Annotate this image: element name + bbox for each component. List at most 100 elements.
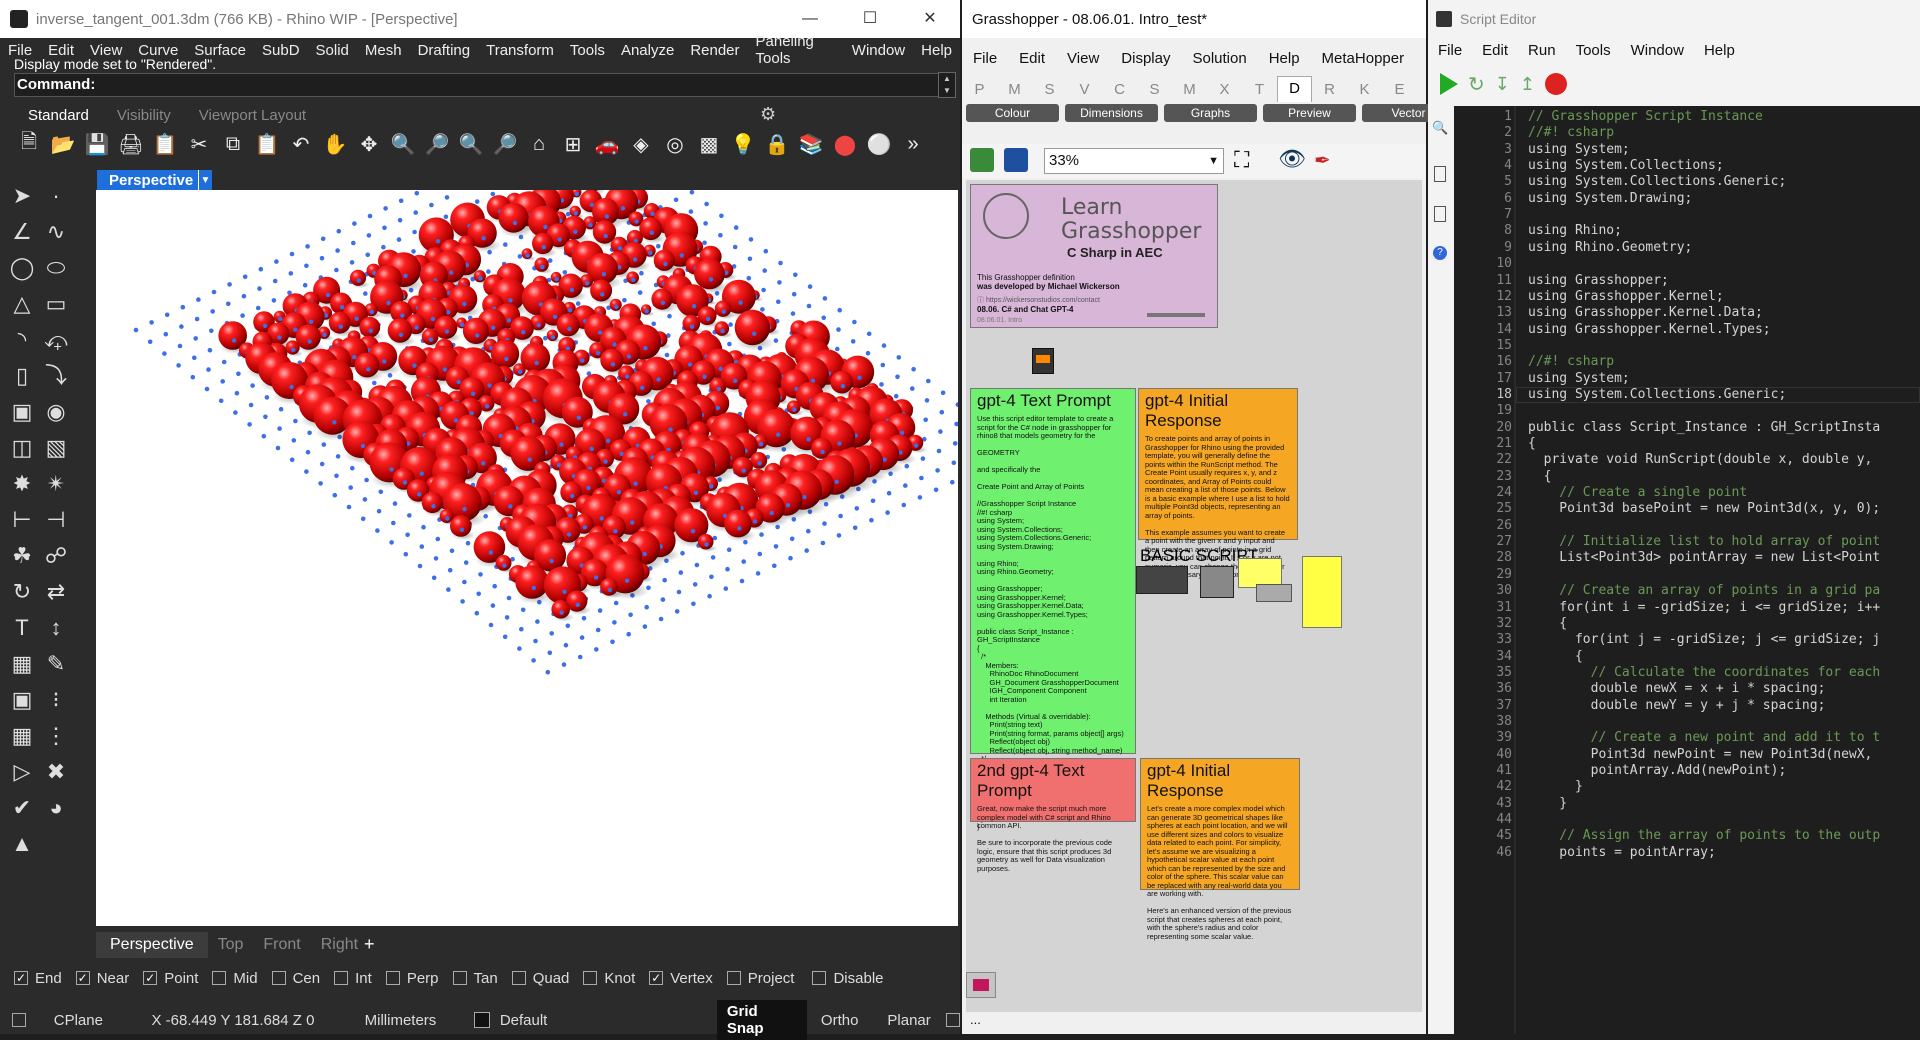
toolbar-settings-gear-icon[interactable]: ⚙ xyxy=(760,104,776,125)
zoom-icon[interactable]: 🔍 xyxy=(388,130,418,158)
menu-tools[interactable]: Tools xyxy=(562,42,613,59)
document-icon[interactable] xyxy=(1434,206,1446,222)
zoom-window-icon[interactable]: 🔎 xyxy=(422,130,452,158)
rotate-icon[interactable]: ↻ xyxy=(6,576,38,608)
car-render-icon[interactable]: 🚗 xyxy=(592,130,622,158)
status-toggle-icon[interactable] xyxy=(12,1013,26,1027)
open-file-icon[interactable]: 📂 xyxy=(48,130,78,158)
gh-canvas-widget-icon[interactable] xyxy=(966,972,996,998)
viewport-tab-top[interactable]: Top xyxy=(208,936,254,954)
help-icon[interactable]: ? xyxy=(1433,246,1447,260)
gh-tab-s-2[interactable]: S xyxy=(1032,81,1067,98)
more-tools-icon[interactable]: » xyxy=(898,130,928,158)
menu-file[interactable]: File xyxy=(0,42,40,59)
polyline-icon[interactable]: ∠ xyxy=(6,216,38,248)
lock-icon[interactable]: 🔒 xyxy=(762,130,792,158)
gh-tab-k-11[interactable]: K xyxy=(1347,81,1382,98)
fillet-icon[interactable]: ⤽ xyxy=(40,324,72,356)
osnap-knot[interactable]: Knot xyxy=(583,970,635,987)
gh-tab-p-0[interactable]: P xyxy=(962,81,997,98)
align-icon[interactable]: ⋮ xyxy=(40,720,72,752)
viewport-tab-right[interactable]: Right xyxy=(311,936,368,954)
banner-url[interactable]: ⓘ https://wickersonstudios.com/contact xyxy=(977,295,1100,305)
osnap-checkbox[interactable]: ✓ xyxy=(14,971,28,985)
step-up-icon[interactable]: ↥ xyxy=(1520,74,1535,95)
gh-tab-m-1[interactable]: M xyxy=(997,81,1032,98)
search-icon[interactable]: 🔍 xyxy=(1432,120,1448,136)
gh-open-icon[interactable] xyxy=(970,148,994,172)
menu-curve[interactable]: Curve xyxy=(130,42,186,59)
menu-render[interactable]: Render xyxy=(682,42,747,59)
polygon-icon[interactable]: △ xyxy=(6,288,38,320)
osnap-point[interactable]: ✓ Point xyxy=(143,970,198,987)
circle-icon[interactable]: ◯ xyxy=(6,252,38,284)
grid-snap-toggle[interactable]: Grid Snap xyxy=(716,1000,807,1040)
gh-menu-display[interactable]: Display xyxy=(1110,50,1181,67)
array-icon[interactable]: ⁝ xyxy=(40,684,72,716)
toolbar-tab-visibility[interactable]: Visibility xyxy=(103,107,185,124)
zoom-selected-icon[interactable]: 🔎 xyxy=(490,130,520,158)
osnap-checkbox[interactable] xyxy=(334,971,349,985)
text-icon[interactable]: T xyxy=(6,612,38,644)
osnap-vertex[interactable]: ✓ Vertex xyxy=(649,970,713,987)
copy-icon[interactable]: ⧉ xyxy=(218,130,248,158)
osnap-project[interactable]: Project xyxy=(726,970,794,987)
viewport-title-perspective[interactable]: Perspective xyxy=(97,170,206,192)
viewport-tab-front[interactable]: Front xyxy=(253,936,310,954)
osnap-cen[interactable]: Cen xyxy=(271,970,320,987)
grid-icon[interactable]: ▩ xyxy=(694,130,724,158)
render-sphere-icon[interactable]: ⚪ xyxy=(864,130,894,158)
gh-tab-x-7[interactable]: X xyxy=(1207,81,1242,98)
osnap-checkbox[interactable] xyxy=(726,971,741,985)
gh-menu-metahopper[interactable]: MetaHopper xyxy=(1311,50,1416,67)
print-icon[interactable]: 🖨 xyxy=(116,130,146,158)
ortho-toggle[interactable]: Ortho xyxy=(821,1012,887,1029)
zoom-extents-icon[interactable]: 🔍 xyxy=(456,130,486,158)
menu-analyze[interactable]: Analyze xyxy=(613,42,682,59)
osnap-quad[interactable]: Quad xyxy=(511,970,569,987)
status-end-toggle-icon[interactable] xyxy=(946,1013,961,1027)
gh-tab-d-9[interactable]: D xyxy=(1277,76,1312,102)
osnap-checkbox[interactable] xyxy=(212,971,227,985)
osnap-icon[interactable]: ◎ xyxy=(660,130,690,158)
second-gpt4-text-prompt-note[interactable]: 2nd gpt-4 Text Prompt Great, now make th… xyxy=(970,758,1136,872)
gh-menu-solution[interactable]: Solution xyxy=(1181,50,1257,67)
osnap-near[interactable]: ✓ Near xyxy=(75,970,129,987)
analyze-icon[interactable]: ▷ xyxy=(6,756,38,788)
osnap-checkbox[interactable] xyxy=(452,971,467,985)
run-play-icon[interactable] xyxy=(1440,73,1458,95)
menu-solid[interactable]: Solid xyxy=(308,42,357,59)
lightbulb-icon[interactable]: 💡 xyxy=(728,130,758,158)
render-material-icon[interactable]: ◕ xyxy=(40,792,72,824)
osnap-checkbox[interactable]: ✓ xyxy=(75,971,90,985)
gh-group-preview[interactable]: Preview xyxy=(1263,104,1356,122)
gh-tab-s-5[interactable]: S xyxy=(1137,81,1172,98)
menu-view[interactable]: View xyxy=(82,42,130,59)
rectangle-icon[interactable]: ▭ xyxy=(40,288,72,320)
rotate-view-icon[interactable]: ✥ xyxy=(354,130,384,158)
cylinder-icon[interactable]: ◫ xyxy=(6,432,38,464)
gh-group-dimensions[interactable]: Dimensions xyxy=(1065,104,1158,122)
trim-icon[interactable]: ⊢ xyxy=(6,504,38,536)
gh-tab-c-4[interactable]: C xyxy=(1102,81,1137,98)
command-line[interactable]: Command: xyxy=(14,73,942,97)
layer-color-swatch[interactable] xyxy=(474,1012,490,1028)
color-wheel-icon[interactable]: ⬤ xyxy=(830,130,860,158)
osnap-checkbox[interactable] xyxy=(511,971,526,985)
four-viewports-icon[interactable]: ⊞ xyxy=(558,130,588,158)
extrude-icon[interactable]: ⤵ xyxy=(40,360,72,392)
step-down-icon[interactable]: ↧ xyxy=(1495,74,1510,95)
stop-icon[interactable] xyxy=(1544,73,1567,95)
menu-subd[interactable]: SubD xyxy=(254,42,308,59)
osnap-disable[interactable]: Disable xyxy=(812,970,884,987)
gh-menu-view[interactable]: View xyxy=(1056,50,1110,67)
se-menu-window[interactable]: Window xyxy=(1621,42,1694,59)
dimension-icon[interactable]: ↕ xyxy=(40,612,72,644)
osnap-checkbox[interactable] xyxy=(271,971,286,985)
undo-icon[interactable]: ↶ xyxy=(286,130,316,158)
menu-transform[interactable]: Transform xyxy=(478,42,562,59)
ellipse-icon[interactable]: ⬭ xyxy=(40,252,72,284)
planar-toggle[interactable]: Planar xyxy=(887,1012,936,1029)
boolean-icon[interactable]: ◉ xyxy=(40,396,72,428)
drafting-icon[interactable]: ▲ xyxy=(6,828,38,860)
